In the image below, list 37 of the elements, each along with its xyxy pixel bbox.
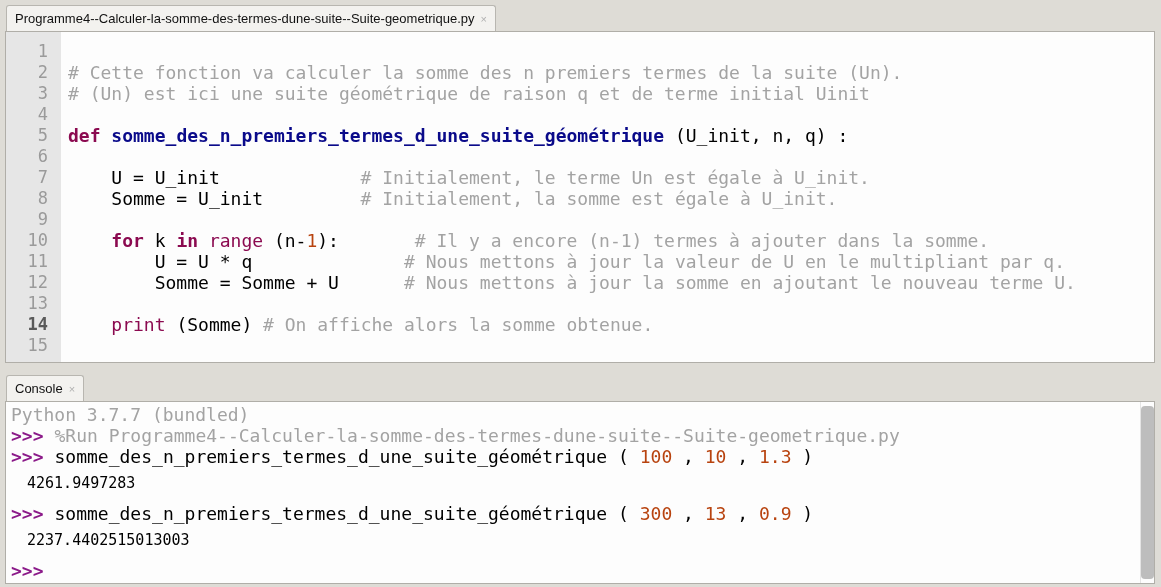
console-prompt: >>> xyxy=(11,560,44,581)
console-prompt: >>> xyxy=(11,503,44,524)
line-number: 11 xyxy=(26,251,49,272)
line-number: 9 xyxy=(36,209,49,230)
code-line: # Cette fonction va calculer la somme des n premiers termes de la suite (Un). xyxy=(68,62,903,83)
line-number: 8 xyxy=(36,188,49,209)
console-tab[interactable]: Console × xyxy=(6,375,85,401)
code-line: Somme = Somme + U # Nous mettons à jour la somme en ajoutant le nouveau terme U. xyxy=(153,272,1076,293)
version-info-text: Python 3.7.7 (bundled) xyxy=(11,404,250,425)
scrollbar-thumb[interactable] xyxy=(1141,406,1154,579)
line-number: 6 xyxy=(36,146,49,167)
line-number: 1 xyxy=(36,41,49,62)
line-number: 12 xyxy=(26,272,49,293)
line-number: 15 xyxy=(26,335,49,356)
console-command: somme_des_n_premiers_termes_d_une_suite_géométrique ( 100 , 10 , 1.3 ) xyxy=(54,446,814,467)
line-number: 4 xyxy=(36,104,49,125)
line-number: 13 xyxy=(26,293,49,314)
code-line: def somme_des_n_premiers_termes_d_une_suite_géométrique (U_init, n, q) : xyxy=(68,125,849,146)
code-line: print (Somme) # On affiche alors la somme obtenue. xyxy=(110,314,654,335)
code-line: for k in range (n-1): # Il y a encore (n-1) termes à ajouter dans la somme. xyxy=(110,230,990,251)
line-number: 10 xyxy=(26,230,49,251)
code-line: # (Un) est ici une suite géométrique de raison q et de terme initial Uinit xyxy=(68,83,870,104)
line-number: 7 xyxy=(36,167,49,188)
file-tab[interactable]: Programme4--Calculer-la-somme-des-termes-dune-suite--Suite-geometrique.py × xyxy=(6,5,496,31)
console-output: 2237.4402515013003 xyxy=(27,531,190,549)
line-number: 2 xyxy=(36,62,49,83)
code-line: U = U_init # Initialement, le terme Un est égale à U_init. xyxy=(110,167,870,188)
console-command: somme_des_n_premiers_termes_d_une_suite_géométrique ( 300 , 13 , 0.9 ) xyxy=(54,503,814,524)
line-number: 14 xyxy=(26,314,49,335)
line-number: 3 xyxy=(36,83,49,104)
console-prompt: >>> xyxy=(11,446,44,467)
line-number: 5 xyxy=(36,125,49,146)
console-command: %Run Programme4--Calculer-la-somme-des-termes-dune-suite--Suite-geometrique.py xyxy=(54,425,900,446)
console-output: 4261.9497283 xyxy=(27,474,136,492)
code-line: U = U * q # Nous mettons à jour la valeur de U en le multipliant par q. xyxy=(153,251,1065,272)
code-line: Somme = U_init # Initialement, la somme est égale à U_init. xyxy=(110,188,838,209)
console-prompt: >>> xyxy=(11,425,44,446)
